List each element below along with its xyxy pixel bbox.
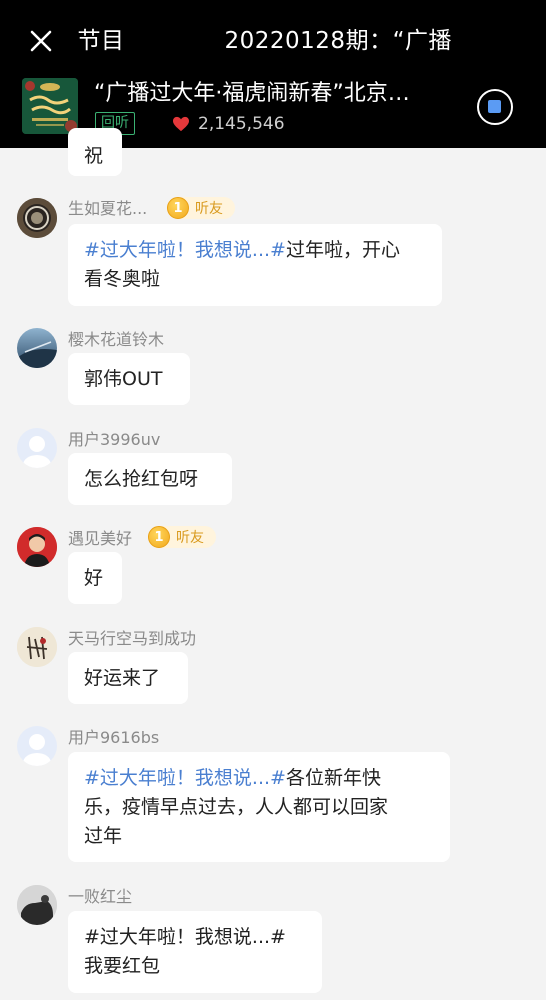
chat-username[interactable]: 樱木花道铃木 [68,329,164,351]
likes-counter: 2,145,546 [172,112,285,136]
close-icon[interactable] [26,26,56,56]
chat-bubble: #过大年啦！我想说...#过年啦，开心 看冬奥啦 [68,224,442,306]
avatar-body-icon [23,455,51,468]
avatar-head-icon [29,436,45,452]
program-cover-image[interactable] [22,78,78,134]
chat-bubble: 郭伟OUT [68,353,190,405]
default-avatar[interactable] [17,726,57,766]
chat-bubble: 祝 [68,128,122,176]
chat-username[interactable]: 遇见美好 [68,528,132,550]
chat-username[interactable]: 一败红尘 [68,886,132,908]
badge-label: 听友 [176,530,204,546]
likes-count: 2,145,546 [198,114,285,134]
user-avatar[interactable] [17,885,57,925]
avatar-head-icon [29,734,45,750]
topic-tag[interactable]: #过大年啦！我想说...# [84,767,286,789]
chat-bubble: 好运来了 [68,652,188,704]
user-avatar[interactable] [17,198,57,238]
chat-bubble: 好 [68,552,122,604]
badge-label: 听友 [195,201,223,217]
chat-bubble: #过大年啦！我想说...#各位新年快 乐，疫情早点过去，人人都可以回家 过年 [68,752,450,862]
chat-message-text: 郭伟OUT [84,368,163,390]
chat-message-text: 祝 [84,145,104,167]
chat-message-text: #过大年啦！我想说...# [84,926,286,948]
listener-badge: 1 听友 [167,197,235,219]
chat-username[interactable]: 天马行空马到成功 [68,628,196,650]
listener-badge: 1 听友 [148,526,216,548]
chat-message-text: 好 [84,567,104,589]
stop-icon [488,100,501,113]
user-avatar[interactable] [17,527,57,567]
scrolling-title: 到节目 20220128期：“广播 [78,24,463,58]
marquee-text-part2: 20220128期：“广播 [224,28,452,54]
chat-bubble: #过大年啦！我想说...# 我要红包 [68,911,322,993]
default-avatar[interactable] [17,428,57,468]
user-avatar[interactable] [17,627,57,667]
medal-icon: 1 [167,197,189,219]
chat-message-text: 我要红包 [84,955,161,977]
chat-message-text: 好运来了 [84,667,161,689]
chat-username[interactable]: 生如夏花... [68,198,147,220]
avatar-body-icon [23,753,51,766]
chat-bubble: 怎么抢红包呀 [68,453,232,505]
chat-message-text: 乐，疫情早点过去，人人都可以回家 [84,796,389,818]
marquee-text-part1: 到节目 [78,28,125,54]
chat-message-text: 看冬奥啦 [84,268,161,290]
heart-icon[interactable] [172,116,190,132]
program-title[interactable]: “广播过大年·福虎闹新春”北京… [94,78,454,110]
chat-username[interactable]: 用户3996uv [68,429,160,451]
chat-message-text: 各位新年快 [285,767,381,789]
stop-button[interactable] [477,89,513,125]
player-header: 到节目20220128期：“广播 “广播过大年·福虎闹新春”北京… 回听 2,1… [0,0,546,148]
user-avatar[interactable] [17,328,57,368]
topic-tag[interactable]: #过大年啦！我想说...# [84,239,286,261]
chat-message-text: 过年 [84,825,123,847]
medal-icon: 1 [148,526,170,548]
chat-message-text: 怎么抢红包呀 [84,468,199,490]
chat-message-text: 过年啦，开心 [285,239,400,261]
chat-username[interactable]: 用户9616bs [68,727,159,749]
